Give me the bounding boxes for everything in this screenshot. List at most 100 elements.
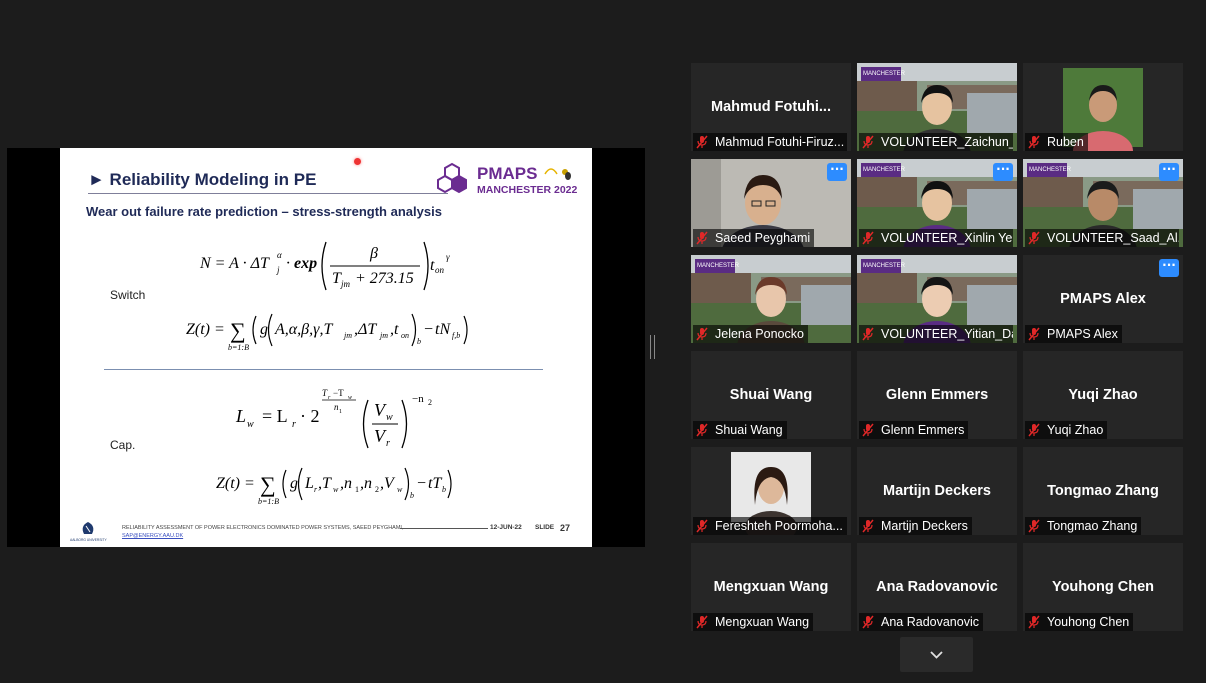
slide-title: ► Reliability Modeling in PE — [88, 170, 317, 189]
muted-mic-icon — [696, 231, 708, 245]
svg-text:tT: tT — [428, 475, 442, 492]
participant-name: Yuqi Zhao — [1047, 423, 1104, 437]
participant-tile[interactable]: Ana Radovanovic Ana Radovanovic — [857, 543, 1017, 631]
participant-tile[interactable]: Mengxuan Wang Mengxuan Wang — [691, 543, 851, 631]
participant-name-label: VOLUNTEER_Xinlin Ye — [859, 229, 1013, 247]
participant-name: VOLUNTEER_Saad_Al... — [1047, 231, 1179, 245]
participant-display-name: Shuai Wang — [729, 387, 813, 403]
svg-text:b: b — [442, 485, 446, 494]
participant-name: Ruben — [1047, 135, 1084, 149]
svg-text:w: w — [397, 485, 403, 494]
slide-subtitle: Wear out failure rate prediction – stres… — [86, 204, 442, 219]
separator-line — [104, 369, 543, 370]
participant-tile[interactable]: Mahmud Fotuhi... Mahmud Fotuhi-Firuz... — [691, 63, 851, 151]
svg-text:β: β — [369, 245, 378, 262]
muted-mic-icon — [1028, 231, 1040, 245]
muted-mic-icon — [1028, 135, 1040, 149]
participant-display-name: Mahmud Fotuhi... — [710, 99, 831, 115]
aalborg-university-logo: AALBORG UNIVERSITY — [70, 522, 107, 542]
participant-name: Fereshteh Poormoha... — [715, 519, 843, 533]
participant-name-label: VOLUNTEER_Yitian_Dai — [859, 325, 1013, 343]
participant-tile[interactable]: Fereshteh Poormoha... — [691, 447, 851, 535]
cap-label: Cap. — [110, 438, 136, 452]
participant-tile[interactable]: Youhong Chen Youhong Chen — [1023, 543, 1183, 631]
participant-name: Martijn Deckers — [881, 519, 968, 533]
more-options-button[interactable]: ··· — [1159, 259, 1179, 277]
participant-tile[interactable]: MANCHESTER VOLUNTEER_Xinlin Ye ··· — [857, 159, 1017, 247]
logo-city: MANCHESTER 2022 — [477, 184, 578, 196]
more-options-button[interactable]: ··· — [827, 163, 847, 181]
svg-text:γ: γ — [446, 252, 450, 262]
svg-text:w: w — [247, 419, 254, 430]
participant-tile[interactable]: MANCHESTER Jelena Ponocko — [691, 255, 851, 343]
participant-tile[interactable]: MANCHESTER VOLUNTEER_Yitian_Dai — [857, 255, 1017, 343]
participant-display-name: Glenn Emmers — [885, 387, 989, 403]
muted-mic-icon — [862, 135, 874, 149]
participant-name-label: Ana Radovanovic — [859, 613, 983, 631]
participant-name: VOLUNTEER_Zaichun_... — [881, 135, 1013, 149]
svg-text:r: r — [386, 438, 390, 449]
participant-name: Tongmao Zhang — [1047, 519, 1138, 533]
more-options-button[interactable]: ··· — [1159, 163, 1179, 181]
participant-tile[interactable]: Shuai Wang Shuai Wang — [691, 351, 851, 439]
participant-display-name: Youhong Chen — [1051, 579, 1155, 595]
svg-text:·: · — [286, 255, 290, 272]
svg-text:w: w — [386, 412, 393, 423]
switch-label: Switch — [110, 288, 146, 302]
participant-name-label: Mahmud Fotuhi-Firuz... — [693, 133, 847, 151]
svg-text:1: 1 — [355, 485, 359, 494]
svg-text:−T: −T — [333, 388, 344, 398]
svg-text:+ 273.15: + 273.15 — [355, 270, 414, 287]
participant-tile[interactable]: Glenn Emmers Glenn Emmers — [857, 351, 1017, 439]
participant-tile[interactable]: Ruben — [1023, 63, 1183, 151]
participant-tile[interactable]: Saeed Peyghami ··· — [691, 159, 851, 247]
svg-text:b=1:B: b=1:B — [258, 497, 279, 506]
participant-display-name: Martijn Deckers — [883, 483, 991, 499]
splitter-handle[interactable] — [650, 335, 655, 359]
participant-name-label: Yuqi Zhao — [1025, 421, 1108, 439]
svg-text:MANCHESTER: MANCHESTER — [1029, 167, 1072, 173]
muted-mic-icon — [1028, 519, 1040, 533]
svg-text:∑: ∑ — [230, 318, 246, 343]
muted-mic-icon — [696, 519, 708, 533]
participant-display-name: Mengxuan Wang — [713, 579, 829, 595]
participant-name-label: Mengxuan Wang — [693, 613, 814, 631]
participant-name: VOLUNTEER_Xinlin Ye — [881, 231, 1013, 245]
presentation-slide: ► Reliability Modeling in PE PMAPS MANCH… — [60, 148, 592, 547]
equation-damage-switch: Z(t) = ∑ b=1:B g A,α,β,γ,T jm ,ΔT jm ,t … — [186, 313, 468, 352]
svg-text:= L: = L — [262, 406, 288, 426]
participant-name-label: Ruben — [1025, 133, 1088, 151]
chevron-down-icon — [930, 651, 943, 659]
participant-tile[interactable]: MANCHESTER VOLUNTEER_Zaichun_... — [857, 63, 1017, 151]
svg-text:2: 2 — [428, 398, 432, 407]
participant-name: Youhong Chen — [1047, 615, 1130, 629]
show-more-participants-button[interactable] — [900, 637, 973, 672]
footer-text: RELIABILITY ASSESSMENT OF POWER ELECTRON… — [122, 525, 404, 531]
participant-tile[interactable]: Tongmao Zhang Tongmao Zhang — [1023, 447, 1183, 535]
participant-name-label: PMAPS Alex — [1025, 325, 1122, 343]
svg-text:b: b — [417, 337, 421, 346]
participant-tile[interactable]: Yuqi Zhao Yuqi Zhao — [1023, 351, 1183, 439]
muted-mic-icon — [696, 327, 708, 341]
svg-text:,V: ,V — [380, 475, 396, 492]
footer-slide-number: 27 — [560, 523, 571, 533]
muted-mic-icon — [862, 231, 874, 245]
muted-mic-icon — [862, 327, 874, 341]
equation-damage-capacitor: Z(t) = ∑ b=1:B g L r ,T w ,n 1 ,n 2 ,V w… — [216, 467, 452, 506]
footer-email-link[interactable]: SAP@ENERGY.AAU.DK — [122, 533, 183, 539]
title-underline — [88, 193, 448, 194]
svg-text:g: g — [260, 321, 268, 338]
more-options-button[interactable]: ··· — [993, 163, 1013, 181]
svg-text:Z(t) =: Z(t) = — [186, 321, 225, 338]
svg-text:,n: ,n — [360, 475, 372, 492]
svg-text:b: b — [410, 491, 414, 500]
svg-text:A,α,β,γ,T: A,α,β,γ,T — [274, 321, 333, 338]
participant-tile[interactable]: MANCHESTER VOLUNTEER_Saad_Al... ··· — [1023, 159, 1183, 247]
muted-mic-icon — [1028, 615, 1040, 629]
pmaps-logo: PMAPS MANCHESTER 2022 — [437, 162, 578, 196]
participant-tile[interactable]: PMAPS Alex PMAPS Alex ··· — [1023, 255, 1183, 343]
participant-tile[interactable]: Martijn Deckers Martijn Deckers — [857, 447, 1017, 535]
svg-text:on: on — [435, 265, 445, 275]
svg-text:MANCHESTER: MANCHESTER — [697, 263, 740, 269]
participant-name-label: Fereshteh Poormoha... — [693, 517, 847, 535]
